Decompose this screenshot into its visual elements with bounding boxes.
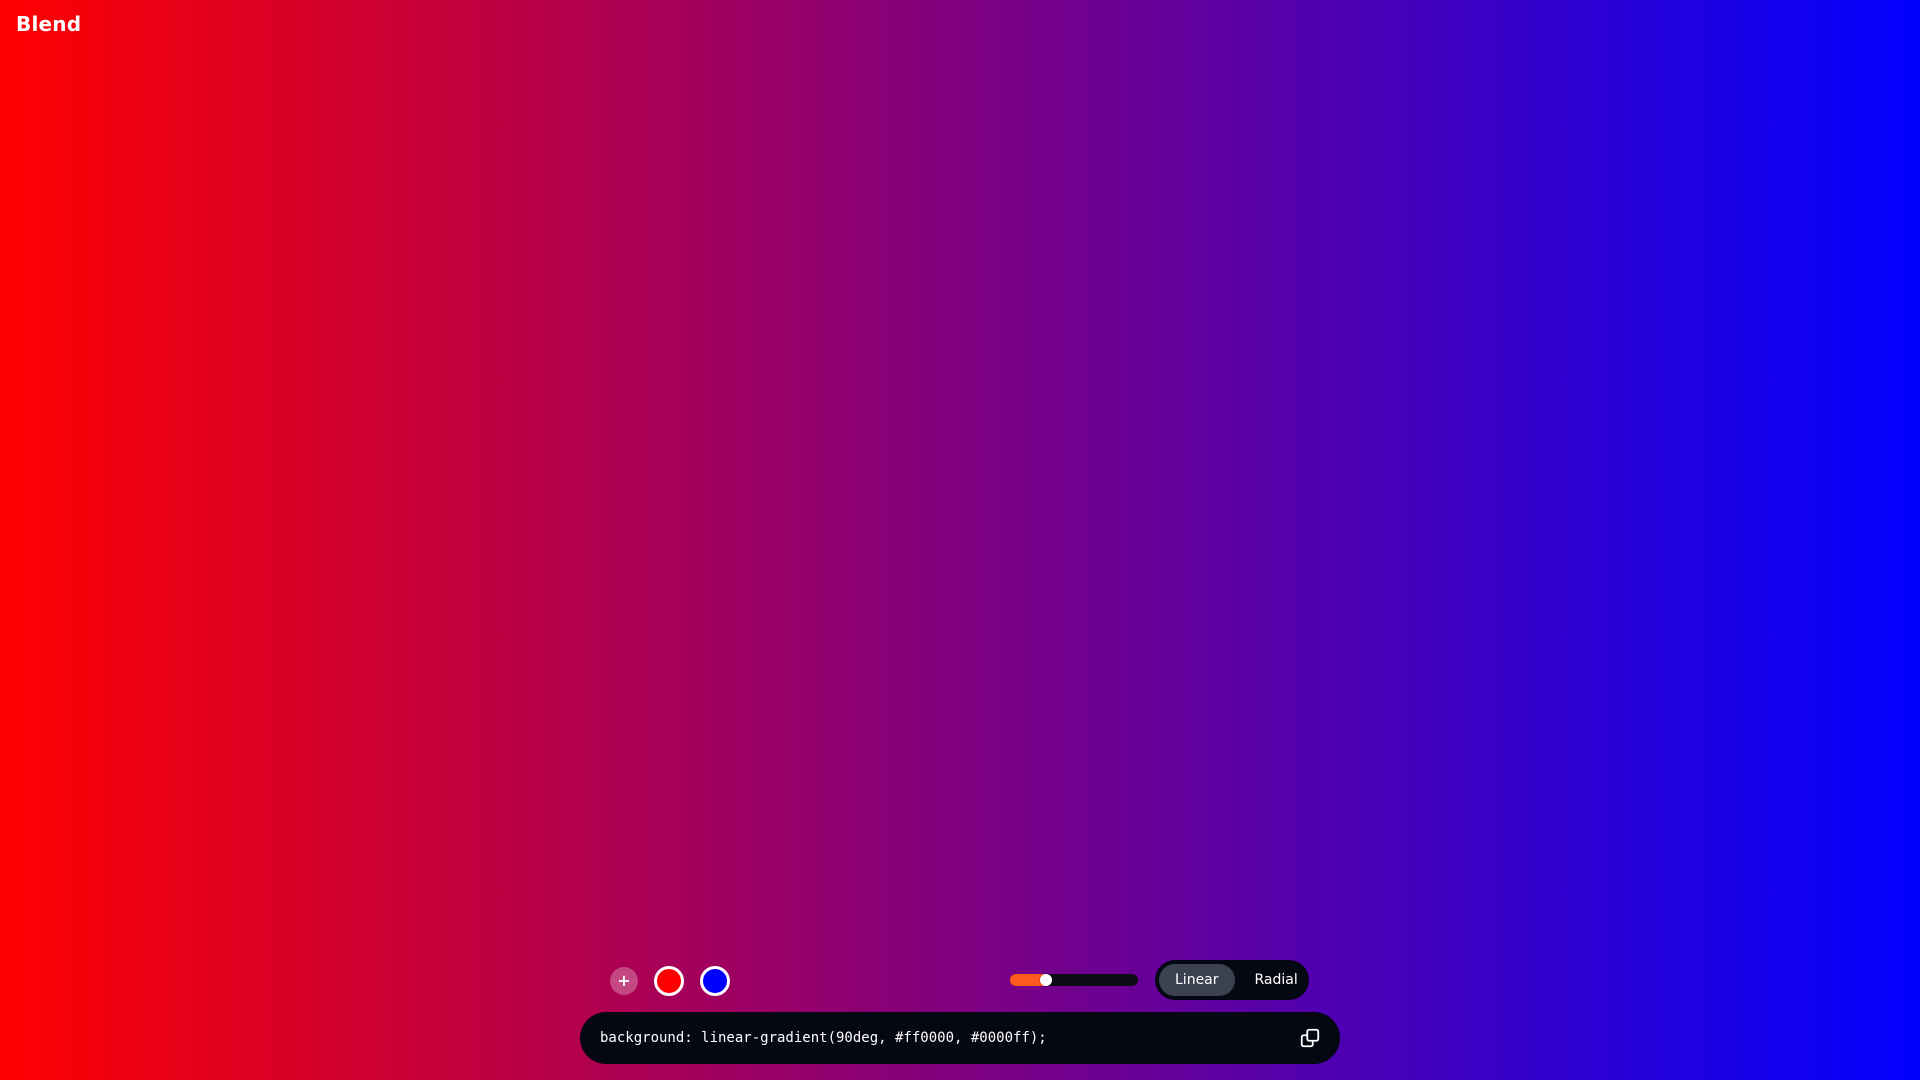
css-output-code: background: linear-gradient(90deg, #ff00… bbox=[600, 1030, 1047, 1046]
color-stop-swatch-blue[interactable] bbox=[700, 966, 730, 996]
color-stop-swatch-red[interactable] bbox=[654, 966, 684, 996]
app-title: Blend bbox=[16, 12, 82, 36]
angle-slider[interactable] bbox=[1010, 974, 1138, 986]
gradient-type-toggle: Linear Radial bbox=[1155, 960, 1309, 1000]
gradient-type-radial-button[interactable]: Radial bbox=[1239, 964, 1314, 996]
angle-slider-thumb[interactable] bbox=[1039, 974, 1052, 986]
copy-icon[interactable] bbox=[1298, 1026, 1322, 1050]
color-stops: + bbox=[610, 966, 730, 996]
add-color-stop-button[interactable]: + bbox=[610, 967, 638, 995]
css-output-bar: background: linear-gradient(90deg, #ff00… bbox=[580, 1012, 1340, 1064]
gradient-type-linear-button[interactable]: Linear bbox=[1159, 964, 1235, 996]
